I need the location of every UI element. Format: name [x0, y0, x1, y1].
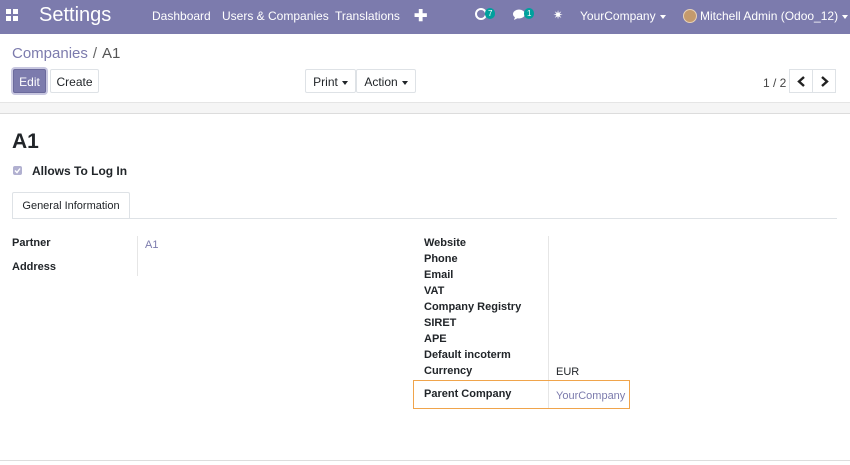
- siret-label: SIRET: [424, 317, 457, 329]
- chevron-down-icon: [659, 14, 666, 19]
- menu-users-companies[interactable]: Users & Companies: [222, 9, 329, 23]
- right-column-divider: [548, 236, 549, 382]
- currency-value: EUR: [556, 366, 580, 378]
- message-count-badge: 1: [524, 8, 535, 19]
- messages-icon[interactable]: [513, 8, 525, 23]
- breadcrumb-separator: /: [92, 45, 98, 62]
- chevron-down-icon: [842, 14, 849, 19]
- breadcrumb: Companies / A1: [12, 45, 120, 62]
- debug-bug-icon[interactable]: ✷: [553, 8, 563, 22]
- chevron-down-icon: [401, 80, 408, 85]
- user-avatar[interactable]: [683, 9, 697, 23]
- vat-label: VAT: [424, 285, 445, 297]
- breadcrumb-companies-link[interactable]: Companies: [12, 45, 88, 62]
- check-icon: [14, 168, 21, 174]
- currency-label: Currency: [424, 365, 473, 377]
- email-label: Email: [424, 269, 454, 281]
- pager-next-button[interactable]: [812, 69, 836, 93]
- parent-company-link[interactable]: YourCompany: [556, 390, 625, 402]
- allows-login-checkbox[interactable]: [13, 166, 22, 175]
- allows-login-label: Allows To Log In: [32, 164, 128, 178]
- content-separator: [0, 102, 850, 114]
- tab-divider: [12, 218, 837, 219]
- edit-button[interactable]: Edit: [13, 69, 46, 93]
- chevron-right-icon: [821, 76, 829, 87]
- menu-translations[interactable]: Translations: [335, 9, 400, 23]
- company-switcher[interactable]: YourCompany: [580, 9, 666, 23]
- left-column-divider: [137, 236, 138, 276]
- menu-dashboard[interactable]: Dashboard: [152, 9, 211, 23]
- user-name: Mitchell Admin (Odoo_12): [700, 9, 839, 23]
- app-title: Settings: [39, 4, 112, 26]
- breadcrumb-current: A1: [102, 45, 121, 62]
- chevron-left-icon: [797, 76, 805, 87]
- action-dropdown[interactable]: Action: [356, 69, 416, 93]
- parent-company-label: Parent Company: [424, 388, 512, 400]
- chevron-down-icon: [341, 80, 348, 85]
- company-name: YourCompany: [580, 9, 656, 23]
- default-incoterm-label: Default incoterm: [424, 349, 511, 361]
- print-dropdown[interactable]: Print: [305, 69, 356, 93]
- pager-value[interactable]: 1 / 2: [763, 76, 786, 90]
- apps-menu-icon[interactable]: [6, 9, 20, 23]
- website-label: Website: [424, 237, 466, 249]
- plus-icon[interactable]: ✚: [414, 6, 427, 26]
- activity-count-badge: 7: [485, 8, 496, 19]
- address-label: Address: [12, 261, 57, 273]
- action-label: Action: [364, 75, 398, 89]
- create-button[interactable]: Create: [50, 69, 99, 93]
- top-navbar: Settings Dashboard Users & Companies Tra…: [0, 0, 850, 34]
- print-label: Print: [313, 75, 338, 89]
- ape-label: APE: [424, 333, 447, 345]
- partner-label: Partner: [12, 237, 51, 249]
- tab-general-information[interactable]: General Information: [12, 192, 130, 219]
- company-registry-label: Company Registry: [424, 301, 522, 313]
- pager-previous-button[interactable]: [789, 69, 813, 93]
- parent-company-divider: [548, 381, 549, 408]
- user-menu[interactable]: Mitchell Admin (Odoo_12): [700, 9, 849, 23]
- company-name-title: A1: [12, 130, 39, 153]
- partner-link[interactable]: A1: [145, 239, 158, 251]
- phone-label: Phone: [424, 253, 458, 265]
